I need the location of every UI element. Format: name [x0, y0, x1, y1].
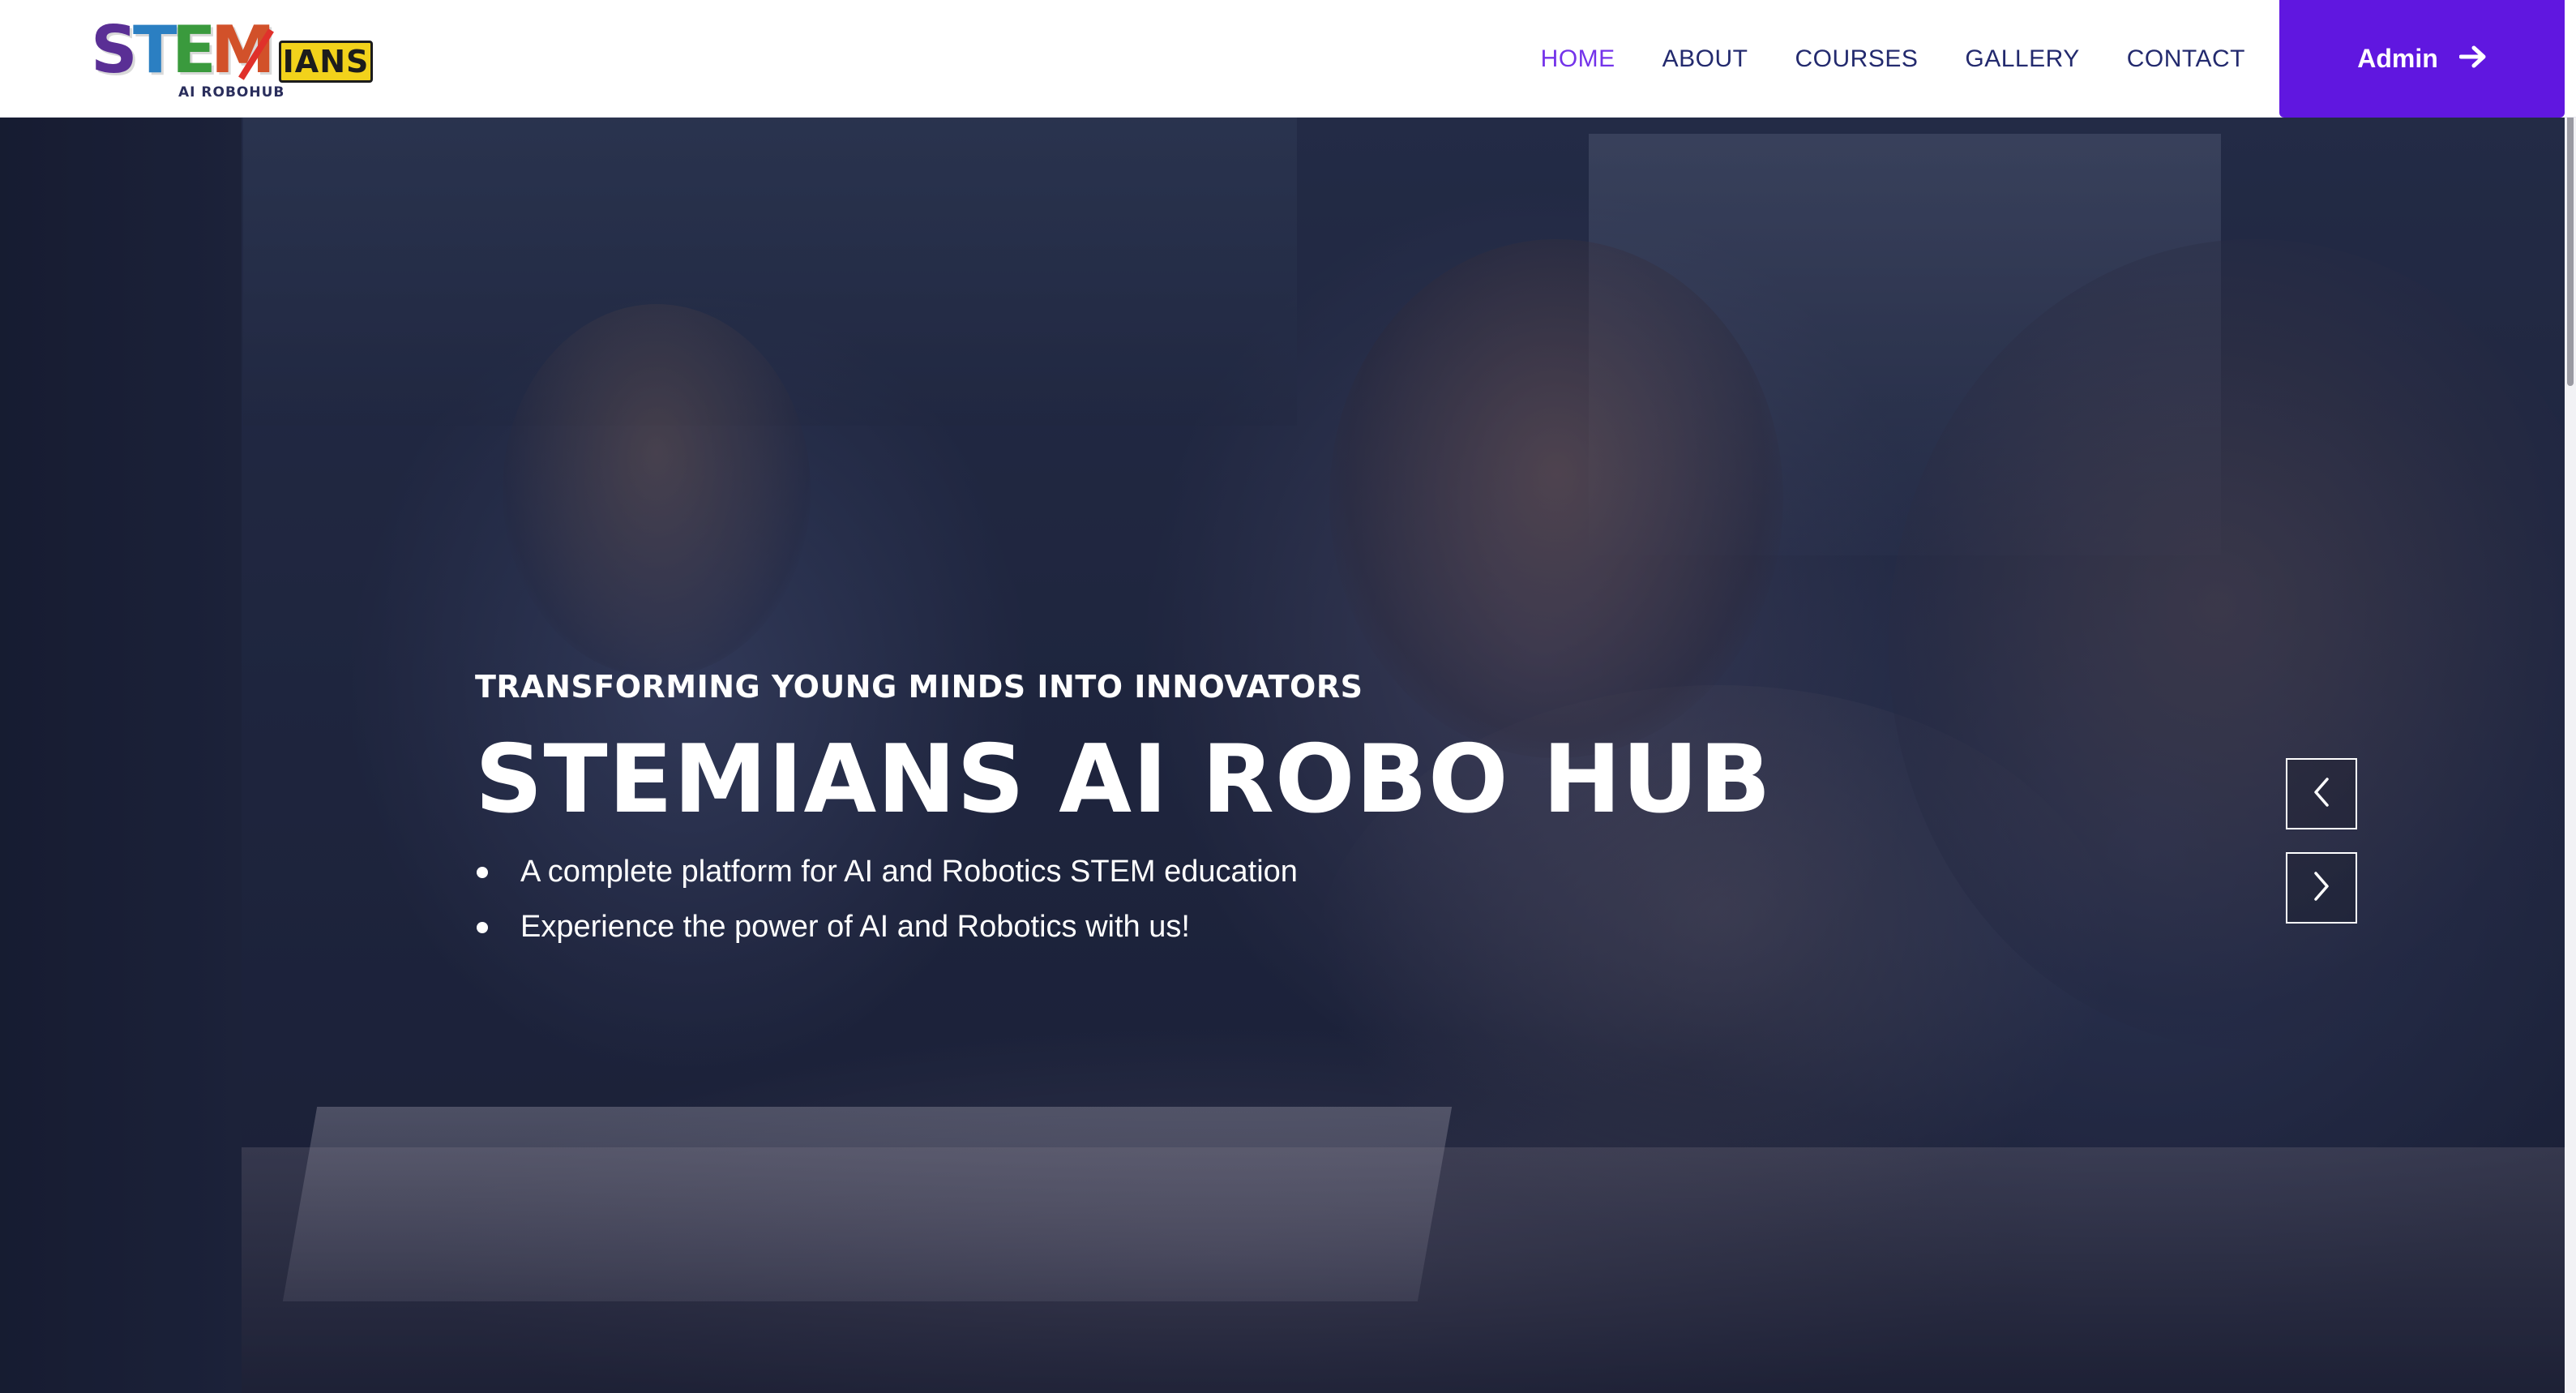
nav-courses[interactable]: COURSES: [1795, 45, 1919, 73]
page: S T E M IANS AI ROBOHUB HOME ABOUT COURS…: [0, 0, 2576, 1393]
bullet-dot-icon: [477, 922, 488, 933]
logo-badge: IANS: [279, 41, 373, 83]
hero-eyebrow: TRANSFORMING YOUNG MINDS INTO INNOVATORS: [475, 669, 1363, 705]
nav-home[interactable]: HOME: [1541, 45, 1615, 73]
carousel-next-button[interactable]: [2286, 852, 2357, 924]
admin-button-label: Admin: [2357, 44, 2438, 73]
hero-title: STEMIANS AI ROBO HUB: [475, 725, 1772, 834]
chevron-left-icon: [2309, 776, 2334, 812]
hero-bullet-list: A complete platform for AI and Robotics …: [475, 844, 2015, 954]
carousel-prev-button[interactable]: [2286, 758, 2357, 829]
main-nav: HOME ABOUT COURSES GALLERY CONTACT: [1494, 0, 2245, 118]
navbar: S T E M IANS AI ROBOHUB HOME ABOUT COURS…: [0, 0, 2576, 118]
logo-letter-s: S: [91, 12, 138, 88]
hero-content: TRANSFORMING YOUNG MINDS INTO INNOVATORS…: [475, 669, 2015, 954]
hero-carousel: TRANSFORMING YOUNG MINDS INTO INNOVATORS…: [0, 118, 2576, 1393]
hero-bullet: Experience the power of AI and Robotics …: [475, 899, 2015, 954]
logo-letter-e: E: [172, 12, 216, 88]
hero-bullet: A complete platform for AI and Robotics …: [475, 844, 2015, 899]
admin-button[interactable]: Admin: [2279, 0, 2565, 118]
nav-contact[interactable]: CONTACT: [2127, 45, 2245, 73]
hero-bullet-text: A complete platform for AI and Robotics …: [520, 855, 1298, 889]
logo[interactable]: S T E M IANS AI ROBOHUB: [91, 11, 374, 102]
logo-letter-t: T: [133, 12, 178, 88]
nav-gallery[interactable]: GALLERY: [1965, 45, 2079, 73]
bullet-dot-icon: [477, 867, 488, 878]
logo-subtitle: AI ROBOHUB: [178, 84, 285, 101]
nav-about[interactable]: ABOUT: [1662, 45, 1748, 73]
hero-bullet-text: Experience the power of AI and Robotics …: [520, 910, 1190, 944]
arrow-right-icon: [2458, 44, 2487, 75]
chevron-right-icon: [2309, 870, 2334, 907]
